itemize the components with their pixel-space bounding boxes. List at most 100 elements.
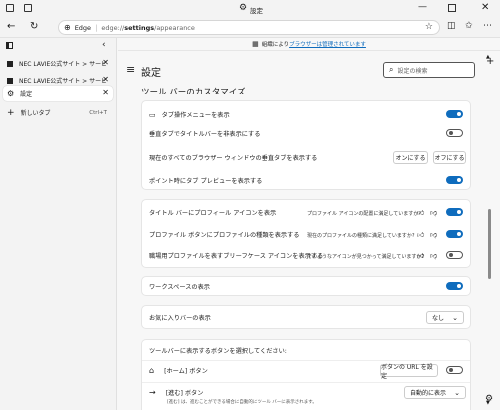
forward-arrow-icon: → (149, 388, 156, 397)
sidebar-toggle-icon[interactable] (6, 4, 14, 12)
sidebar-tab-nec-1[interactable]: NEC LAVIE公式サイト > サービス&サ ✕ (3, 56, 113, 71)
row-tab-preview: ポイント時にタブ プレビューを表示する (142, 171, 470, 190)
back-button[interactable]: ← (7, 21, 15, 32)
row-hide-titlebar: 垂直タブでタイトルバーを非表示にする (142, 124, 470, 143)
thumbs-down-icon[interactable]: 👎︎ (430, 208, 437, 217)
url-rest: /appearance (154, 23, 195, 32)
row-vertical-tabs-all: 現在のすべてのブラウザー ウィンドウの垂直タブを表示する オンにする オフにする (142, 148, 470, 167)
thumbs-up-icon[interactable]: 👍︎ (417, 208, 424, 217)
turn-on-button[interactable]: オンにする (393, 151, 428, 164)
favorite-star-icon[interactable]: ☆ (425, 22, 433, 32)
row-profile-icon: タイトル バーにプロフィール アイコンを表示 プロファイル アイコンの配置に満足… (142, 203, 470, 222)
gear-icon: ⚙ (7, 89, 15, 98)
row-label: ワークスペースの表示 (149, 284, 210, 291)
thumbs-down-icon[interactable]: 👎︎ (430, 251, 437, 260)
search-placeholder: 設定の検索 (397, 67, 428, 75)
sidebar-tab-label: 設定 (20, 91, 33, 98)
feedback-question: プロファイル アイコンの配置に満足していますか? (307, 211, 421, 217)
row-label: 垂直タブでタイトルバーを非表示にする (149, 131, 261, 138)
row-label: タイトル バーにプロフィール アイコンを表示 (149, 210, 277, 217)
more-menu-icon[interactable]: ⋯ (483, 21, 492, 31)
row-label: プロファイル ボタンにプロファイルの種類を表示する (149, 232, 300, 239)
refresh-button[interactable]: ↻ (30, 21, 38, 32)
url-separator: | (95, 23, 98, 32)
select-value: 自動的に表示 (410, 390, 447, 397)
tab-window-icon: ▭ (149, 110, 156, 119)
nec-favicon (7, 77, 13, 84)
minimize-button[interactable]: — (418, 2, 427, 12)
toggle-tab-preview[interactable] (446, 176, 463, 184)
row-label: タブ操作メニューを表示 (161, 112, 230, 119)
hamburger-menu-icon[interactable]: ≡ (126, 63, 135, 76)
url-prefix: edge:// (101, 23, 125, 32)
section-title: ツール バーのカスタマイズ (141, 88, 246, 94)
tabs-settings-card: ▭ タブ操作メニューを表示 垂直タブでタイトルバーを非表示にする 現在のすべての… (141, 100, 471, 190)
tab-actions-icon[interactable] (24, 4, 32, 12)
row-home-button: ⌂ [ホーム] ボタン ボタンの URL を設定 (142, 360, 470, 380)
sidebar-tab-settings[interactable]: ⚙ 設定 ✕ (3, 86, 113, 101)
nec-favicon (7, 60, 13, 67)
close-window-button[interactable]: ✕ (481, 2, 489, 13)
forward-description: [進む] は、進むことができる場合に自動的にツール バーに表示されます。 (167, 400, 317, 405)
scroll-thumb[interactable] (488, 209, 491, 279)
row-label: [ホーム] ボタン (164, 367, 208, 375)
toggle-workspaces[interactable] (446, 282, 463, 290)
row-briefcase-icon: 職場用プロファイルを表すブリーフケース アイコンを表示する そのようなアイコンが… (142, 246, 470, 265)
sidebar-tab-label: NEC LAVIE公式サイト > サービス&サ (19, 78, 107, 85)
scrollbar[interactable]: ▲ ▼ (479, 52, 500, 410)
collapse-sidebar-icon[interactable]: ‹ (102, 40, 106, 50)
tab-pane-icon[interactable] (6, 42, 13, 49)
toggle-briefcase-icon[interactable] (446, 251, 463, 259)
settings-gear-icon: ⚙ (239, 3, 248, 13)
managed-link[interactable]: ブラウザーは管理されています (289, 40, 366, 48)
row-label: お気に入りバーの表示 (149, 315, 211, 322)
favorites-bar-select[interactable]: なし ⌄ (426, 311, 464, 324)
new-tab-shortcut: Ctrl+T (89, 109, 107, 116)
new-tab-button[interactable]: + 新しいタブ Ctrl+T (3, 105, 113, 120)
settings-search-input[interactable]: ⌕ 設定の検索 (383, 62, 475, 78)
settings-sidebar-icon[interactable]: ⚙ (485, 394, 493, 404)
add-sidebar-icon[interactable]: + (486, 56, 494, 67)
row-forward-button: → [進む] ボタン [進む] は、進むことができる場合に自動的にツール バーに… (142, 382, 470, 410)
window-title: 設定 (250, 7, 263, 15)
building-icon: ▦ (252, 40, 259, 48)
row-workspaces: ワークスペースの表示 (142, 277, 470, 296)
chevron-down-icon: ⌄ (452, 313, 458, 322)
thumbs-up-icon[interactable]: 👍︎ (417, 230, 424, 239)
toggle-tab-actions[interactable] (446, 110, 463, 118)
maximize-button[interactable] (448, 4, 456, 12)
chevron-down-icon: ⌄ (454, 388, 460, 397)
title-bar: ⚙ 設定 — ✕ (0, 0, 500, 18)
close-tab-icon[interactable]: ✕ (102, 75, 109, 84)
managed-text: 組織により (261, 42, 290, 48)
row-favorites-bar: お気に入りバーの表示 なし ⌄ (142, 308, 470, 327)
thumbs-down-icon[interactable]: 👎︎ (430, 230, 437, 239)
set-home-url-button[interactable]: ボタンの URL を設定 (380, 364, 438, 380)
toggle-profile-type[interactable] (446, 230, 463, 238)
managed-info-bar: ▦ 組織により ブラウザーは管理されています (118, 38, 500, 51)
toolbar-buttons-heading: ツールバーに表示するボタンを選択してください: (149, 348, 287, 355)
close-tab-icon[interactable]: ✕ (102, 88, 109, 97)
profile-settings-card: タイトル バーにプロフィール アイコンを表示 プロファイル アイコンの配置に満足… (141, 199, 471, 268)
row-label: [進む] ボタン (165, 390, 204, 397)
row-label: 職場用プロファイルを表すブリーフケース アイコンを表示する (149, 253, 324, 260)
favorites-bar-card: お気に入りバーの表示 なし ⌄ (141, 305, 471, 329)
thumbs-up-icon[interactable]: 👍︎ (417, 251, 424, 260)
toggle-home-button[interactable] (446, 366, 463, 374)
feedback-question: そのようなアイコンが見つかって満足していますか? (307, 254, 425, 260)
home-icon: ⌂ (149, 365, 155, 375)
split-screen-icon[interactable]: ◫ (447, 21, 456, 31)
workspaces-card: ワークスペースの表示 (141, 276, 471, 296)
toggle-profile-icon[interactable] (446, 208, 463, 216)
row-label: 現在のすべてのブラウザー ウィンドウの垂直タブを表示する (149, 155, 318, 162)
forward-button-select[interactable]: 自動的に表示 ⌄ (404, 386, 466, 399)
toggle-hide-titlebar[interactable] (446, 129, 463, 137)
turn-off-button[interactable]: オフにする (433, 151, 466, 164)
search-icon: ⌕ (389, 65, 394, 74)
new-tab-label: 新しいタブ (20, 110, 51, 117)
page-title: 設定 (141, 68, 161, 79)
site-name: Edge (74, 23, 92, 32)
close-tab-icon[interactable]: ✕ (102, 58, 109, 67)
address-bar[interactable]: ⊕ Edge | edge:// settings /appearance ☆ (58, 20, 440, 35)
favorites-icon[interactable]: ✩ (465, 21, 473, 31)
